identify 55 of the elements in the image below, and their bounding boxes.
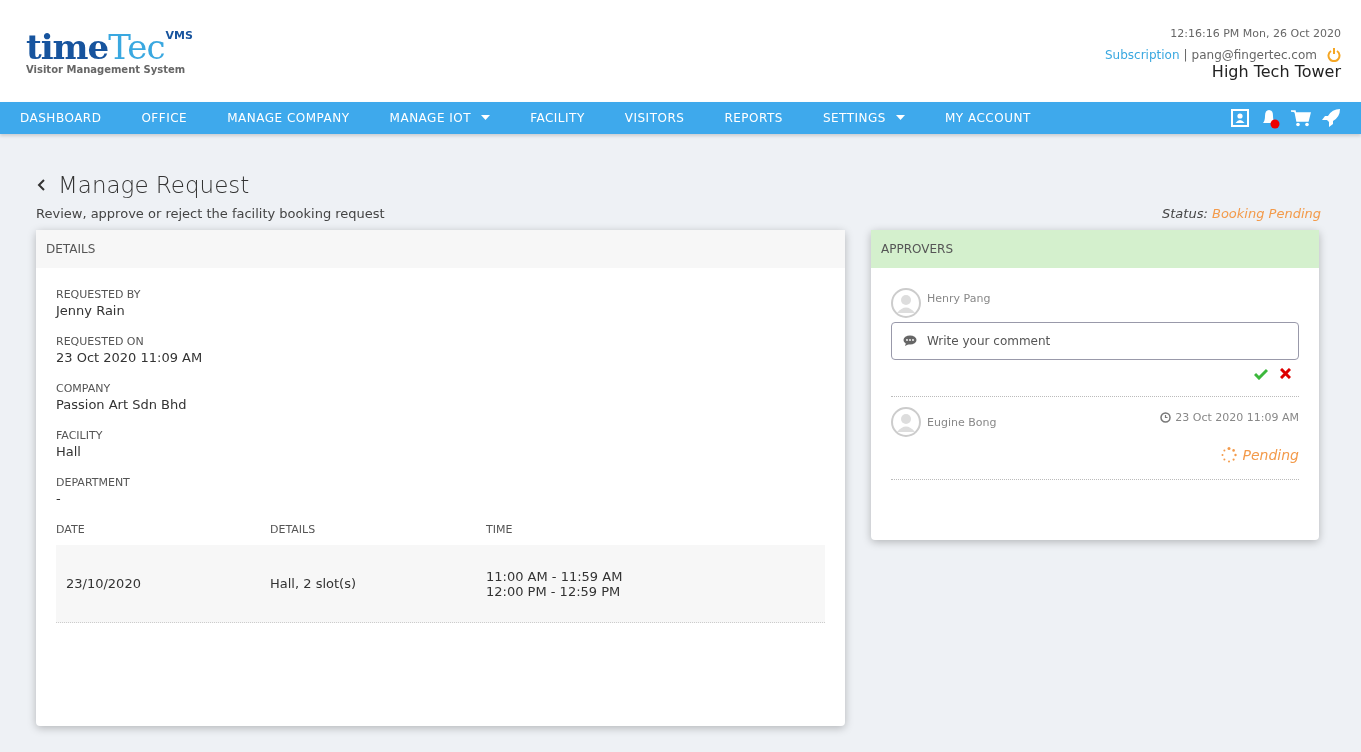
field-label: REQUESTED ON (56, 335, 145, 348)
building-name: High Tech Tower (1211, 62, 1341, 81)
approval-time: 23 Oct 2020 11:09 AM (1175, 411, 1299, 424)
time-slot: 12:00 PM - 12:59 PM (486, 583, 825, 599)
nav-item[interactable]: MY ACCOUNT (945, 111, 1031, 125)
subscription-link[interactable]: Subscription (1104, 47, 1180, 62)
column-header: DETAILS (270, 523, 317, 538)
field-value: Hall (56, 444, 82, 459)
cart-icon[interactable] (1291, 109, 1311, 127)
power-icon[interactable] (1327, 47, 1341, 62)
avatar-icon (891, 407, 921, 437)
reject-x-icon[interactable] (1280, 368, 1291, 379)
field-label: FACILITY (56, 429, 104, 442)
card-title: DETAILS (46, 242, 96, 256)
approver-name: Eugine Bong (927, 416, 997, 429)
status-value: Booking Pending (1211, 206, 1321, 221)
date-time: 12:16:16 PM Mon, 26 Oct 2020 (1170, 27, 1341, 40)
logo-superscript: VMS (165, 30, 193, 41)
time-slot: 11:00 AM - 11:59 AM (486, 568, 825, 584)
approval-status: Pending (1242, 447, 1299, 463)
field-label: DEPARTMENT (56, 476, 131, 489)
field-value: 23 Oct 2020 11:09 AM (56, 350, 204, 365)
logo-tagline: Visitor Management System (26, 64, 187, 75)
card-title: APPROVERS (881, 242, 953, 256)
field-value: Passion Art Sdn Bhd (56, 397, 188, 412)
page-subtitle: Review, approve or reject the facility booking request (36, 206, 385, 221)
column-header: TIME (486, 523, 514, 538)
field-label: COMPANY (56, 382, 112, 395)
contact-card-icon[interactable] (1231, 109, 1249, 127)
nav-item[interactable]: SETTINGS (822, 111, 905, 125)
approve-check-icon[interactable] (1254, 368, 1268, 380)
field-value: Jenny Rain (56, 303, 126, 318)
approver-name: Henry Pang (927, 292, 991, 305)
nav-item[interactable]: OFFICE (141, 111, 188, 125)
nav-item[interactable]: DASHBOARD (20, 111, 102, 125)
status-label: Status: (1162, 206, 1208, 221)
nav-item[interactable]: MANAGE COMPANY (227, 111, 350, 125)
page-title: Manage Request (58, 172, 250, 198)
nav-item[interactable]: FACILITY (530, 111, 585, 125)
column-header: DATE (56, 523, 86, 538)
rocket-icon[interactable] (1321, 108, 1341, 128)
user-email: pang@fingertec.com (1191, 47, 1317, 62)
field-value: - (56, 491, 62, 506)
avatar-icon (891, 288, 921, 318)
separator: | (1183, 47, 1188, 62)
nav-item[interactable]: MANAGE IOT (389, 111, 491, 125)
clock-icon (1160, 412, 1172, 423)
nav-item[interactable]: REPORTS (724, 111, 783, 125)
field-label: REQUESTED BY (56, 288, 142, 301)
nav-item[interactable]: VISITORS (624, 111, 685, 125)
comment-field[interactable]: Write your comment (891, 322, 1299, 360)
spinner-icon (1220, 447, 1237, 463)
table-cell-text: Hall, 2 slot(s) (270, 576, 357, 591)
table-cell-text: 23/10/2020 (66, 576, 142, 591)
back-icon[interactable] (36, 178, 46, 192)
